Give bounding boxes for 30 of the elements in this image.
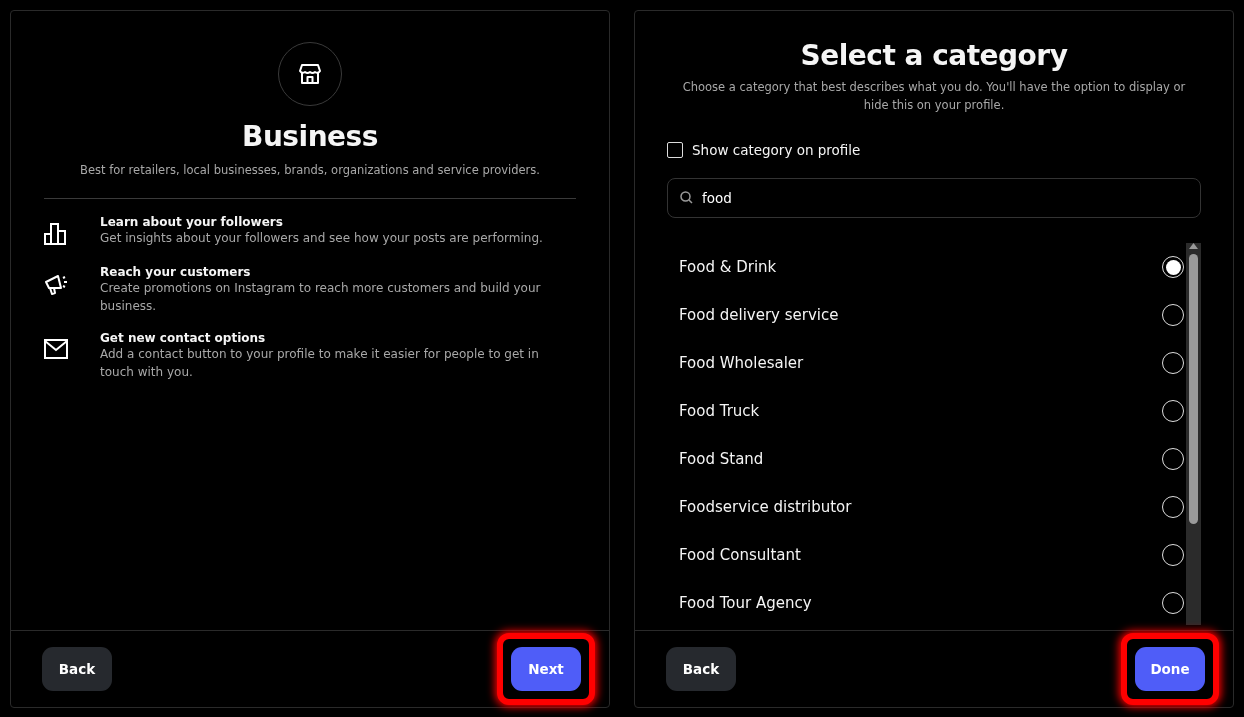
feature-title: Learn about your followers <box>100 215 284 229</box>
next-button[interactable]: Next <box>511 647 581 691</box>
panel-title: Business <box>242 120 378 153</box>
feature-title: Get new contact options <box>100 331 267 345</box>
panel-title: Select a category <box>799 39 1069 72</box>
category-label[interactable]: Food delivery service <box>679 306 839 324</box>
category-label[interactable]: Food & Drink <box>679 258 777 276</box>
mail-icon <box>44 339 68 359</box>
feature-description: Get insights about your followers and see how your posts are performing. <box>100 230 543 247</box>
category-label[interactable]: Food Tour Agency <box>679 594 812 612</box>
search-field[interactable]: food <box>667 178 1201 218</box>
category-label[interactable]: Food Stand <box>679 450 764 468</box>
bar-chart-icon <box>44 223 68 245</box>
checkbox-label: Show category on profile <box>692 142 861 158</box>
category-label[interactable]: Food Truck <box>679 402 760 420</box>
category-label[interactable]: Food Wholesaler <box>679 354 804 372</box>
back-button[interactable]: Back <box>42 647 112 691</box>
panel-subtitle: Choose a category that best describes what you do. You'll have the option to display or hide this on your profile. <box>681 79 1187 114</box>
feature-description: Add a contact button to your profile to make it easier for people to get in touch with you. <box>100 346 540 381</box>
megaphone-icon <box>44 273 68 295</box>
checkbox[interactable] <box>667 142 683 158</box>
panel-subtitle: Best for retailers, local businesses, brands, organizations and service providers. <box>80 162 540 179</box>
feature-title: Reach your customers <box>100 265 252 279</box>
category-label[interactable]: Food Consultant <box>679 546 801 564</box>
category-label[interactable]: Foodservice distributor <box>679 498 852 516</box>
feature-description: Create promotions on Instagram to reach more customers and build your business. <box>100 280 542 315</box>
back-button[interactable]: Back <box>666 647 736 691</box>
done-button[interactable]: Done <box>1135 647 1205 691</box>
scrollbar[interactable] <box>1186 243 1201 625</box>
scroll-up-icon[interactable] <box>1189 243 1198 250</box>
